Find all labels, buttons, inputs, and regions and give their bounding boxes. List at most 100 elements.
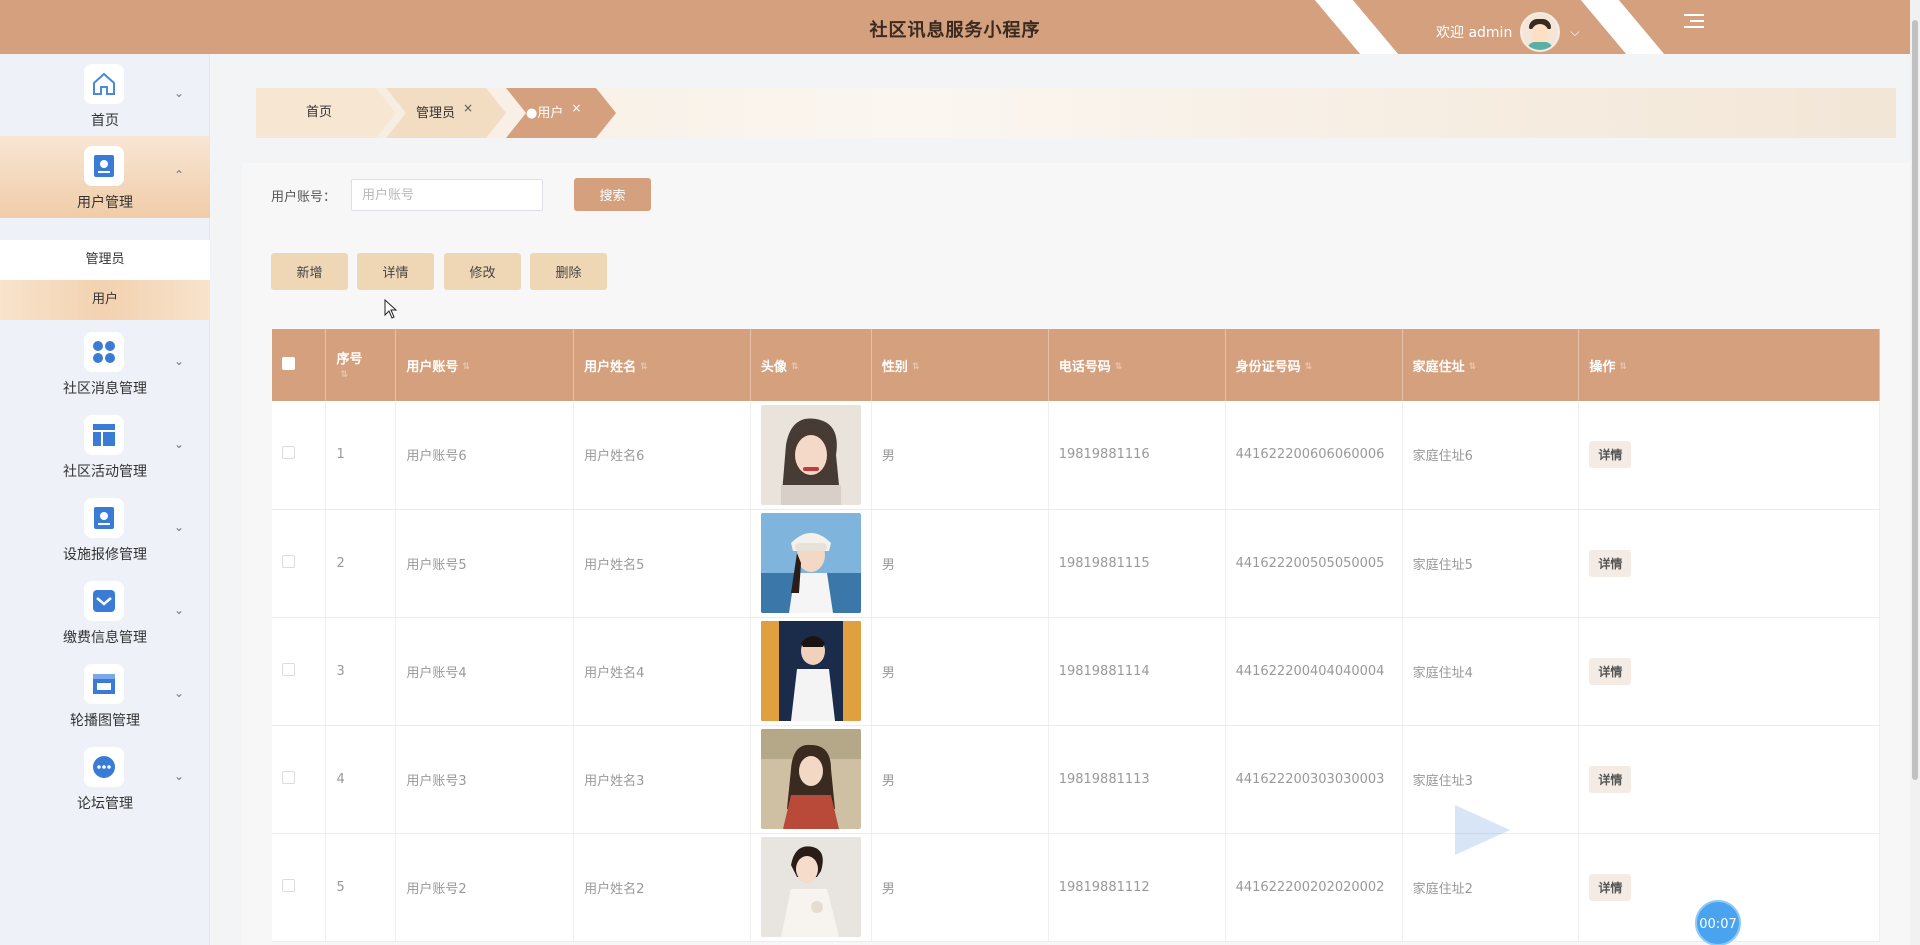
tab-user[interactable]: ●用户 × — [526, 88, 581, 138]
sort-icon[interactable]: ⇅ — [1305, 362, 1313, 372]
sidebar-item-facility-repair[interactable]: 设施报修管理 ⌄ — [0, 488, 210, 570]
sidebar-item-label: 首页 — [91, 113, 119, 129]
sidebar-item-label: 社区消息管理 — [63, 381, 147, 397]
watermark-logo-icon — [1455, 805, 1510, 855]
cell-name: 用户姓名2 — [573, 833, 751, 942]
cell-index: 3 — [325, 617, 397, 726]
menu-toggle-icon[interactable] — [1684, 14, 1704, 32]
table-row: 1 用户账号6 用户姓名6 男 19819881116 441622200606… — [272, 401, 1880, 510]
add-button[interactable]: 新增 — [271, 253, 348, 290]
cell-id-card: 441622200303030003 — [1225, 725, 1403, 834]
cell-account: 用户账号6 — [395, 401, 575, 510]
row-checkbox[interactable] — [272, 833, 327, 942]
row-detail-button[interactable]: 详情 — [1589, 441, 1632, 468]
sort-icon[interactable]: ⇅ — [1115, 362, 1123, 372]
row-detail-button[interactable]: 详情 — [1589, 549, 1632, 577]
search-button[interactable]: 搜索 — [574, 178, 651, 211]
close-icon[interactable]: × — [463, 101, 473, 115]
column-header[interactable]: 序号 ⇅ — [325, 329, 397, 401]
chevron-down-icon[interactable]: ⌵ — [1570, 25, 1579, 40]
search-input[interactable] — [351, 179, 543, 211]
page-scrollbar[interactable] — [1910, 0, 1920, 945]
sort-icon[interactable]: ⇅ — [340, 370, 348, 380]
cell-actions: 详情 — [1578, 725, 1880, 834]
cell-index: 2 — [325, 509, 397, 618]
sort-icon[interactable]: ⇅ — [791, 362, 799, 372]
chevron-down-icon: ⌄ — [174, 686, 185, 700]
cell-name: 用户姓名3 — [573, 725, 751, 834]
tab-admin[interactable]: 管理员 × — [416, 88, 473, 138]
sidebar-item-label: 设施报修管理 — [63, 547, 147, 563]
app-title: 社区讯息服务小程序 — [869, 20, 1041, 41]
detail-button[interactable]: 详情 — [357, 253, 434, 290]
sidebar-item-carousel[interactable]: 轮播图管理 ⌄ — [0, 654, 210, 736]
user-menu[interactable]: 欢迎 admin ⌵ — [1436, 12, 1579, 52]
avatar[interactable] — [1520, 12, 1561, 52]
table-row: 3 用户账号4 用户姓名4 男 19819881114 441622200404… — [272, 617, 1880, 726]
chevron-down-icon: ⌄ — [174, 769, 185, 783]
avatar-photo — [760, 513, 861, 613]
sidebar-item-forum[interactable]: 论坛管理 ⌄ — [0, 737, 210, 819]
sidebar-subitem-admin[interactable]: 管理员 — [0, 240, 210, 280]
cell-gender: 男 — [871, 509, 1049, 618]
cell-account: 用户账号3 — [395, 725, 575, 834]
sidebar: 首页 ⌄ 用户管理 ⌃ 管理员 用户 社区消息管理 ⌄ 社区活动管理 ⌄ 设施报… — [0, 54, 210, 945]
sidebar-subitem-user[interactable]: 用户 — [0, 280, 210, 320]
sidebar-item-community-activity[interactable]: 社区活动管理 ⌄ — [0, 405, 210, 487]
row-checkbox[interactable] — [272, 401, 327, 510]
row-detail-button[interactable]: 详情 — [1589, 657, 1632, 685]
row-detail-button[interactable]: 详情 — [1589, 765, 1632, 793]
column-header[interactable]: 电话号码 ⇅ — [1048, 329, 1226, 401]
sidebar-item-label: 用户管理 — [77, 195, 133, 211]
cell-phone: 19819881115 — [1048, 509, 1226, 618]
column-header[interactable]: 家庭住址 ⇅ — [1402, 329, 1580, 401]
sidebar-item-user-management[interactable]: 用户管理 ⌃ — [0, 136, 210, 218]
sort-icon[interactable]: ⇅ — [1619, 362, 1627, 372]
sort-icon[interactable]: ⇅ — [912, 362, 920, 372]
row-detail-button[interactable]: 详情 — [1589, 873, 1632, 901]
chevron-down-icon: ⌄ — [174, 437, 185, 451]
edit-button[interactable]: 修改 — [444, 253, 521, 290]
close-icon[interactable]: × — [571, 101, 581, 115]
table-row: 2 用户账号5 用户姓名5 男 19819881115 441622200505… — [272, 509, 1880, 618]
column-header[interactable]: 身份证号码 ⇅ — [1225, 329, 1403, 401]
row-checkbox[interactable] — [272, 509, 327, 618]
cell-gender: 男 — [871, 617, 1049, 726]
cell-avatar — [750, 833, 872, 942]
cell-account: 用户账号2 — [395, 833, 575, 942]
tab-home[interactable]: 首页 — [306, 88, 332, 138]
column-header[interactable]: 用户姓名 ⇅ — [573, 329, 751, 401]
sidebar-item-community-message[interactable]: 社区消息管理 ⌄ — [0, 322, 210, 404]
sort-icon[interactable]: ⇅ — [640, 362, 648, 372]
delete-button[interactable]: 删除 — [530, 253, 607, 290]
sidebar-item-label: 轮播图管理 — [70, 713, 140, 729]
sidebar-item-home[interactable]: 首页 ⌄ — [0, 54, 210, 136]
cell-actions: 详情 — [1578, 401, 1880, 510]
row-checkbox[interactable] — [272, 617, 327, 726]
cell-account: 用户账号5 — [395, 509, 575, 618]
cell-avatar — [750, 401, 872, 510]
cell-address: 家庭住址4 — [1402, 617, 1580, 726]
sidebar-item-payment-info[interactable]: 缴费信息管理 ⌄ — [0, 571, 210, 653]
chat-icon — [84, 747, 124, 787]
chevron-down-icon: ⌄ — [174, 520, 185, 534]
cell-index: 1 — [325, 401, 397, 510]
mail-icon — [84, 581, 124, 621]
store-icon — [84, 664, 124, 704]
column-header[interactable]: 用户账号 ⇅ — [395, 329, 575, 401]
table-row: 4 用户账号3 用户姓名3 男 19819881113 441622200303… — [272, 725, 1880, 834]
sort-icon[interactable]: ⇅ — [1469, 362, 1477, 372]
column-header[interactable]: 性别 ⇅ — [871, 329, 1049, 401]
user-manage-icon — [84, 146, 124, 186]
column-header[interactable]: 头像 ⇅ — [750, 329, 872, 401]
sort-icon[interactable]: ⇅ — [462, 362, 470, 372]
column-header[interactable]: 操作 ⇅ — [1578, 329, 1880, 401]
avatar-photo — [760, 729, 861, 829]
row-checkbox[interactable] — [272, 725, 327, 834]
cell-avatar — [750, 617, 872, 726]
tab-label: 管理员 — [416, 106, 456, 121]
avatar-photo — [760, 837, 861, 937]
cell-phone: 19819881113 — [1048, 725, 1226, 834]
cell-id-card: 441622200505050005 — [1225, 509, 1403, 618]
select-all-checkbox[interactable] — [272, 329, 327, 401]
